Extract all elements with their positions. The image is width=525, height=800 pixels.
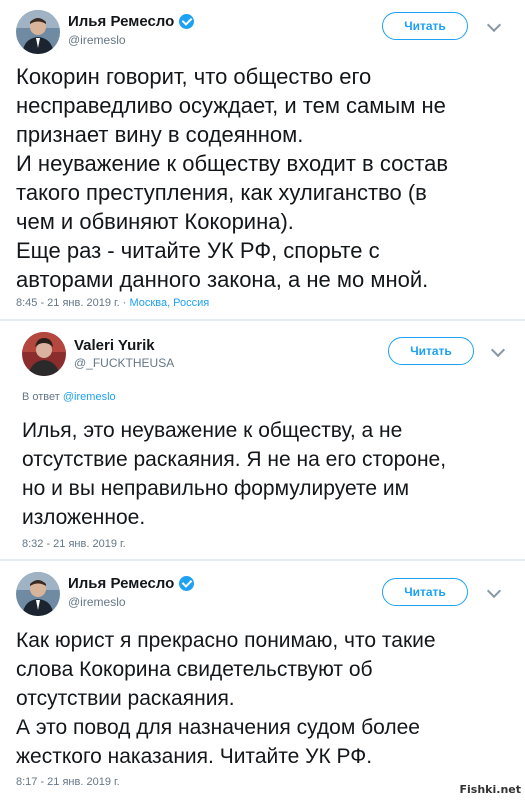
divider bbox=[0, 559, 525, 561]
tweet-meta: 8:32 - 21 янв. 2019 г. bbox=[22, 538, 126, 550]
tweet-1: Илья Ремесло @iremeslo Читать Кокорин го… bbox=[0, 0, 525, 318]
verified-badge-icon bbox=[179, 576, 195, 591]
reply-mention[interactable]: @iremeslo bbox=[63, 391, 116, 403]
avatar[interactable] bbox=[16, 572, 60, 616]
chevron-down-icon[interactable] bbox=[486, 17, 502, 33]
tweet-meta: 8:45 - 21 янв. 2019 г. · Москва, Россия bbox=[16, 297, 210, 309]
author-name[interactable]: Илья Ремесло bbox=[68, 575, 174, 592]
tweet-text: Как юрист я прекрасно понимаю, что такие… bbox=[16, 629, 436, 768]
follow-button[interactable]: Читать bbox=[382, 578, 468, 606]
chevron-down-icon[interactable] bbox=[490, 342, 506, 358]
avatar[interactable] bbox=[22, 332, 66, 376]
author-handle[interactable]: @iremeslo bbox=[68, 595, 126, 609]
author-name[interactable]: Илья Ремесло bbox=[68, 13, 174, 30]
watermark: Fishki.net bbox=[459, 783, 521, 796]
follow-button[interactable]: Читать bbox=[388, 337, 474, 365]
tweet-meta: 8:17 - 21 янв. 2019 г. bbox=[16, 776, 120, 788]
tweet-time[interactable]: 8:45 - 21 янв. 2019 г. bbox=[16, 297, 120, 309]
verified-badge-icon bbox=[179, 14, 195, 29]
tweet-time[interactable]: 8:32 - 21 янв. 2019 г. bbox=[22, 538, 126, 550]
tweet-time[interactable]: 8:17 - 21 янв. 2019 г. bbox=[16, 776, 120, 788]
tweet-text: Кокорин говорит, что общество его неспра… bbox=[16, 64, 449, 292]
chevron-down-icon[interactable] bbox=[486, 583, 502, 599]
tweet-location[interactable]: Москва, Россия bbox=[130, 297, 210, 309]
reply-to: В ответ @iremeslo bbox=[22, 391, 116, 403]
follow-button[interactable]: Читать bbox=[382, 12, 468, 40]
tweet-3: Илья Ремесло @iremeslo Читать Как юрист … bbox=[0, 562, 525, 800]
author-name[interactable]: Valeri Yurik bbox=[74, 337, 155, 354]
avatar[interactable] bbox=[16, 10, 60, 54]
tweet-text: Илья, это неуважение к обществу, а не от… bbox=[22, 419, 447, 529]
reply-prefix: В ответ bbox=[22, 391, 60, 403]
author-handle[interactable]: @_FUCKTHEUSA bbox=[74, 356, 174, 370]
divider bbox=[0, 319, 525, 321]
tweet-2: Valeri Yurik @_FUCKTHEUSA Читать В ответ… bbox=[0, 322, 525, 558]
author-handle[interactable]: @iremeslo bbox=[68, 33, 126, 47]
